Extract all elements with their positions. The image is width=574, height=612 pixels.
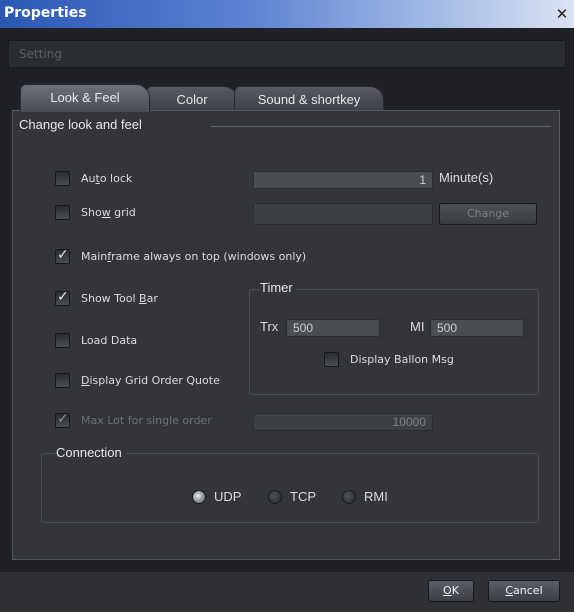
- show-toolbar-checkbox[interactable]: [55, 289, 70, 306]
- setting-label: Setting: [19, 47, 62, 61]
- minutes-unit-label: Minute(s): [439, 170, 494, 185]
- panel-title: Change look and feel: [19, 117, 142, 132]
- window-title: Properties: [4, 5, 87, 21]
- auto-lock-checkbox[interactable]: [55, 171, 70, 186]
- trx-label: Trx: [260, 319, 279, 334]
- grid-input[interactable]: [253, 203, 433, 225]
- max-lot-label: Max Lot for single order: [81, 414, 212, 427]
- max-lot-checkbox[interactable]: [55, 411, 70, 428]
- trx-input[interactable]: 500: [286, 319, 380, 337]
- change-button[interactable]: Change: [439, 203, 537, 225]
- udp-label: UDP: [214, 489, 242, 504]
- mainframe-on-top-label: Mainframe always on top (windows only): [81, 250, 307, 263]
- title-bar[interactable]: Properties ✕: [0, 0, 574, 28]
- properties-window: Properties ✕ Setting Look & Feel Color S…: [0, 0, 574, 612]
- tab-look-and-feel[interactable]: Look & Feel: [20, 84, 150, 112]
- show-grid-label: Show grid: [81, 206, 136, 219]
- display-grid-order-label: Display Grid Order Quote: [81, 374, 220, 387]
- connection-group-title: Connection: [56, 445, 126, 460]
- tab-sound-shortkey[interactable]: Sound & shortkey: [234, 86, 384, 112]
- look-and-feel-panel: Change look and feel Auto lock 1 Minute(…: [12, 110, 560, 560]
- mi-label: MI: [410, 319, 425, 334]
- timer-group: Timer Trx 500 MI 500 Display Ballon Msg: [249, 280, 539, 395]
- auto-lock-minutes-input[interactable]: 1: [253, 171, 433, 189]
- mi-input[interactable]: 500: [430, 319, 524, 337]
- udp-radio[interactable]: [192, 490, 206, 504]
- rmi-radio[interactable]: [342, 490, 356, 504]
- timer-group-title: Timer: [260, 280, 297, 295]
- panel-title-divider: [211, 126, 551, 127]
- tcp-radio[interactable]: [268, 490, 282, 504]
- max-lot-input[interactable]: 10000: [253, 413, 433, 431]
- display-ballon-label: Display Ballon Msg: [350, 353, 454, 366]
- load-data-checkbox[interactable]: [55, 333, 70, 348]
- close-icon[interactable]: ✕: [553, 5, 571, 23]
- mainframe-on-top-checkbox[interactable]: [55, 247, 70, 264]
- button-bar: OK Cancel: [0, 572, 574, 612]
- tab-color[interactable]: Color: [146, 86, 238, 112]
- auto-lock-label: Auto lock: [81, 172, 133, 185]
- display-grid-order-checkbox[interactable]: [55, 373, 70, 388]
- show-grid-checkbox[interactable]: [55, 205, 70, 220]
- display-ballon-checkbox[interactable]: [324, 352, 339, 367]
- ok-button[interactable]: OK: [428, 580, 474, 602]
- tcp-label: TCP: [290, 489, 316, 504]
- connection-group: Connection UDP TCP RMI: [41, 445, 539, 523]
- setting-header: Setting: [8, 40, 566, 68]
- show-toolbar-label: Show Tool Bar: [81, 292, 158, 305]
- rmi-label: RMI: [364, 489, 388, 504]
- load-data-label: Load Data: [81, 334, 138, 347]
- cancel-button[interactable]: Cancel: [488, 580, 560, 602]
